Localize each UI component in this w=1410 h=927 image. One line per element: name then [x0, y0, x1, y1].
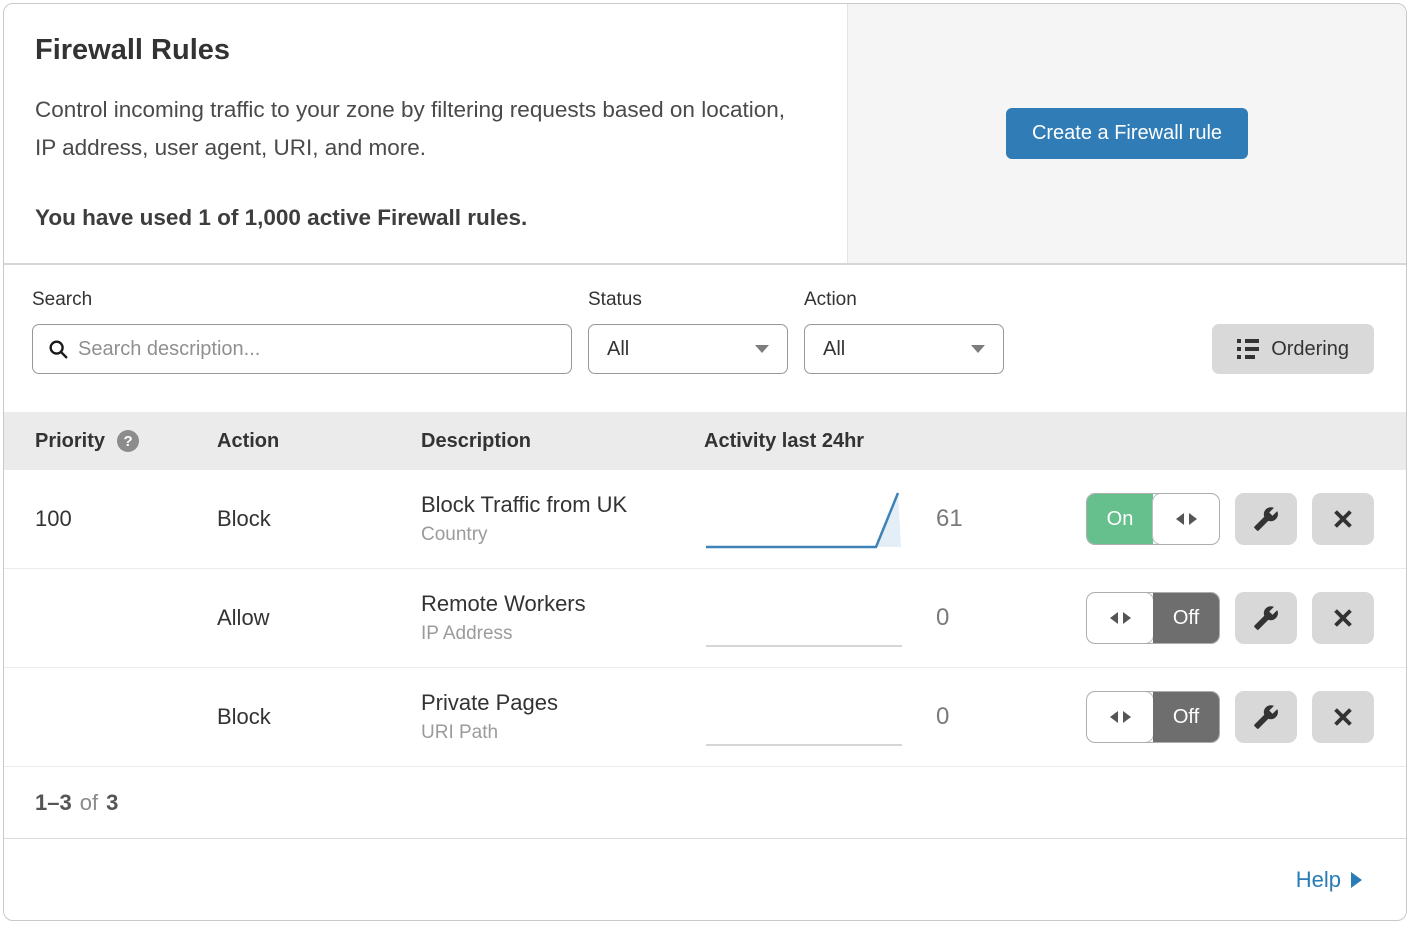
close-icon — [1330, 704, 1356, 730]
status-filter-group: Status All — [588, 289, 788, 374]
rule-controls: Off — [1086, 691, 1374, 743]
wrench-icon — [1253, 506, 1279, 532]
rule-enabled-toggle[interactable]: Off — [1086, 691, 1220, 743]
edit-rule-button[interactable] — [1235, 691, 1297, 743]
rule-title: Private Pages — [421, 690, 704, 716]
rule-action: Block — [217, 506, 421, 532]
delete-rule-button[interactable] — [1312, 691, 1374, 743]
rule-title: Block Traffic from UK — [421, 492, 704, 518]
wrench-icon — [1253, 605, 1279, 631]
ordering-button-label: Ordering — [1271, 338, 1349, 361]
table-row: 100 Block Block Traffic from UK Country … — [4, 470, 1406, 569]
filter-bar: Search Status All Action All — [4, 265, 1406, 412]
column-action: Action — [217, 430, 421, 453]
drag-arrows-icon — [1110, 612, 1131, 624]
firewall-rules-panel: Firewall Rules Control incoming traffic … — [3, 3, 1407, 921]
rule-match-type: URI Path — [421, 722, 704, 744]
header-section: Firewall Rules Control incoming traffic … — [4, 4, 1406, 265]
chevron-down-icon — [755, 345, 769, 353]
search-group: Search — [32, 289, 572, 374]
toggle-drag-handle[interactable] — [1153, 494, 1219, 544]
usage-note: You have used 1 of 1,000 active Firewall… — [35, 205, 787, 231]
search-label: Search — [32, 289, 572, 311]
of-word: of — [80, 790, 98, 816]
rule-controls: Off — [1086, 592, 1374, 644]
rule-activity-cell: 0 — [704, 585, 1086, 651]
action-filter-group: Action All — [804, 289, 1004, 374]
bottom-bar: Help — [4, 839, 1406, 920]
rule-activity-cell: 61 — [704, 486, 1086, 552]
search-box[interactable] — [32, 324, 572, 374]
status-selected-value: All — [607, 338, 629, 361]
pagination-summary: 1–3 of 3 — [4, 767, 1406, 839]
activity-count: 0 — [936, 604, 949, 632]
rule-priority: 100 — [35, 506, 217, 532]
arrow-right-icon — [1351, 872, 1362, 888]
toggle-drag-handle[interactable] — [1087, 692, 1153, 742]
action-label: Action — [804, 289, 1004, 311]
activity-sparkline — [704, 486, 904, 552]
header-text-block: Firewall Rules Control incoming traffic … — [4, 4, 847, 263]
rule-enabled-toggle[interactable]: On — [1086, 493, 1220, 545]
page-description: Control incoming traffic to your zone by… — [35, 91, 787, 167]
rule-activity-cell: 0 — [704, 684, 1086, 750]
close-icon — [1330, 506, 1356, 532]
column-activity: Activity last 24hr — [704, 430, 1374, 453]
action-select[interactable]: All — [804, 324, 1004, 374]
header-action-panel: Create a Firewall rule — [847, 4, 1406, 263]
result-total: 3 — [106, 790, 118, 816]
drag-arrows-icon — [1176, 513, 1197, 525]
toggle-off-label: Off — [1153, 593, 1219, 643]
wrench-icon — [1253, 704, 1279, 730]
table-header-row: Priority ? Action Description Activity l… — [4, 412, 1406, 470]
rule-action: Allow — [217, 605, 421, 631]
toggle-drag-handle[interactable] — [1087, 593, 1153, 643]
help-link[interactable]: Help — [1296, 867, 1362, 893]
ordered-list-icon — [1237, 339, 1259, 359]
priority-header-label: Priority — [35, 430, 105, 453]
status-select[interactable]: All — [588, 324, 788, 374]
page-title: Firewall Rules — [35, 34, 787, 67]
rule-match-type: IP Address — [421, 623, 704, 645]
result-range: 1–3 — [35, 790, 72, 816]
action-selected-value: All — [823, 338, 845, 361]
search-input[interactable] — [78, 338, 557, 361]
activity-sparkline — [704, 684, 904, 750]
column-priority: Priority ? — [35, 430, 217, 453]
delete-rule-button[interactable] — [1312, 493, 1374, 545]
create-firewall-rule-button[interactable]: Create a Firewall rule — [1006, 108, 1248, 159]
rule-title: Remote Workers — [421, 591, 704, 617]
toggle-off-label: Off — [1153, 692, 1219, 742]
edit-rule-button[interactable] — [1235, 493, 1297, 545]
ordering-button[interactable]: Ordering — [1212, 324, 1374, 374]
close-icon — [1330, 605, 1356, 631]
rule-description: Block Traffic from UK Country — [421, 492, 704, 546]
rule-description: Remote Workers IP Address — [421, 591, 704, 645]
search-icon — [47, 338, 69, 360]
chevron-down-icon — [971, 345, 985, 353]
activity-count: 0 — [936, 703, 949, 731]
rule-controls: On — [1086, 493, 1374, 545]
drag-arrows-icon — [1110, 711, 1131, 723]
table-row: Allow Remote Workers IP Address 0 Off — [4, 569, 1406, 668]
help-link-label: Help — [1296, 867, 1341, 893]
status-label: Status — [588, 289, 788, 311]
priority-help-icon[interactable]: ? — [117, 430, 139, 452]
activity-sparkline — [704, 585, 904, 651]
activity-count: 61 — [936, 505, 963, 533]
table-row: Block Private Pages URI Path 0 Off — [4, 668, 1406, 767]
toggle-on-label: On — [1087, 494, 1153, 544]
edit-rule-button[interactable] — [1235, 592, 1297, 644]
rule-action: Block — [217, 704, 421, 730]
rule-description: Private Pages URI Path — [421, 690, 704, 744]
column-description: Description — [421, 430, 704, 453]
rule-enabled-toggle[interactable]: Off — [1086, 592, 1220, 644]
rule-match-type: Country — [421, 524, 704, 546]
delete-rule-button[interactable] — [1312, 592, 1374, 644]
